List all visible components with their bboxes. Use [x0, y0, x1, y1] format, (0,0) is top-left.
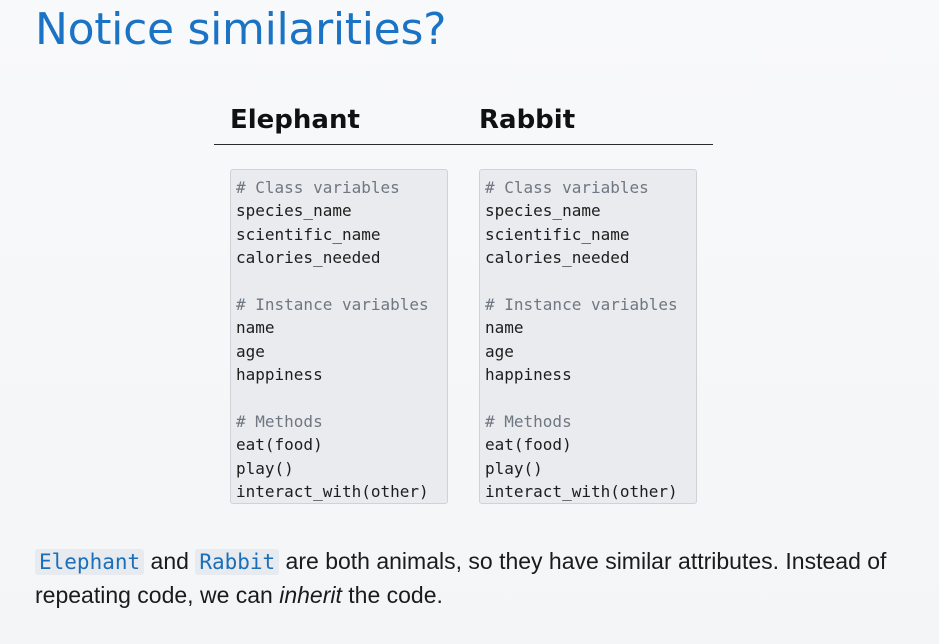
rabbit-code-line: species_name — [485, 201, 601, 221]
column-header-rabbit: Rabbit — [479, 105, 576, 135]
elephant-blank-line — [236, 387, 447, 410]
elephant-code-line: species_name — [236, 201, 352, 221]
comparison-table: Elephant Rabbit # Class variables species… — [214, 100, 713, 504]
table-header-row: Elephant Rabbit — [214, 100, 713, 145]
elephant-code-line: play() — [236, 458, 294, 478]
elephant-code-block: # Class variables species_name scientific_… — [230, 169, 448, 504]
rabbit-comment-line: # Class variables — [485, 178, 649, 197]
elephant-code-line: scientific_name — [236, 224, 381, 244]
emphasis-inherit: inherit — [279, 582, 342, 608]
rabbit-code-line: happiness — [485, 365, 572, 385]
rabbit-code-block: # Class variables species_name scientific_… — [479, 169, 697, 504]
inline-code-rabbit: Rabbit — [195, 549, 280, 575]
rabbit-code-line: interact_with(other) — [485, 482, 678, 502]
elephant-code-line: eat(food) — [236, 435, 323, 455]
slide: Notice similarities? Elephant Rabbit # C… — [0, 0, 939, 644]
rabbit-comment-line: # Methods — [485, 411, 572, 431]
elephant-code-line: age — [236, 341, 265, 361]
elephant-code-line: interact_with(other) — [236, 482, 429, 502]
slide-title: Notice similarities? — [35, 4, 447, 55]
inline-code-elephant: Elephant — [35, 549, 145, 575]
elephant-code-line: name — [236, 318, 275, 338]
rabbit-blank-line — [485, 387, 696, 410]
elephant-comment-line: # Methods — [236, 411, 323, 431]
rabbit-code-line: scientific_name — [485, 224, 630, 244]
explanation-text-1: and — [144, 548, 196, 574]
elephant-comment-line: # Class variables — [236, 178, 400, 197]
column-header-elephant: Elephant — [230, 105, 360, 135]
elephant-comment-line: # Instance variables — [236, 294, 429, 314]
explanation-text-3: the code. — [341, 582, 443, 608]
elephant-code-line: happiness — [236, 365, 323, 385]
rabbit-comment-line: # Instance variables — [485, 294, 678, 314]
rabbit-code-line: name — [485, 318, 524, 338]
rabbit-code-line: calories_needed — [485, 248, 630, 268]
elephant-code-line: calories_needed — [236, 248, 381, 268]
explanation-paragraph: Elephant and Rabbit are both animals, so… — [35, 545, 915, 612]
elephant-blank-line — [236, 270, 447, 293]
rabbit-blank-line — [485, 270, 696, 293]
rabbit-code-line: age — [485, 341, 514, 361]
rabbit-code-line: eat(food) — [485, 435, 572, 455]
rabbit-code-line: play() — [485, 458, 543, 478]
